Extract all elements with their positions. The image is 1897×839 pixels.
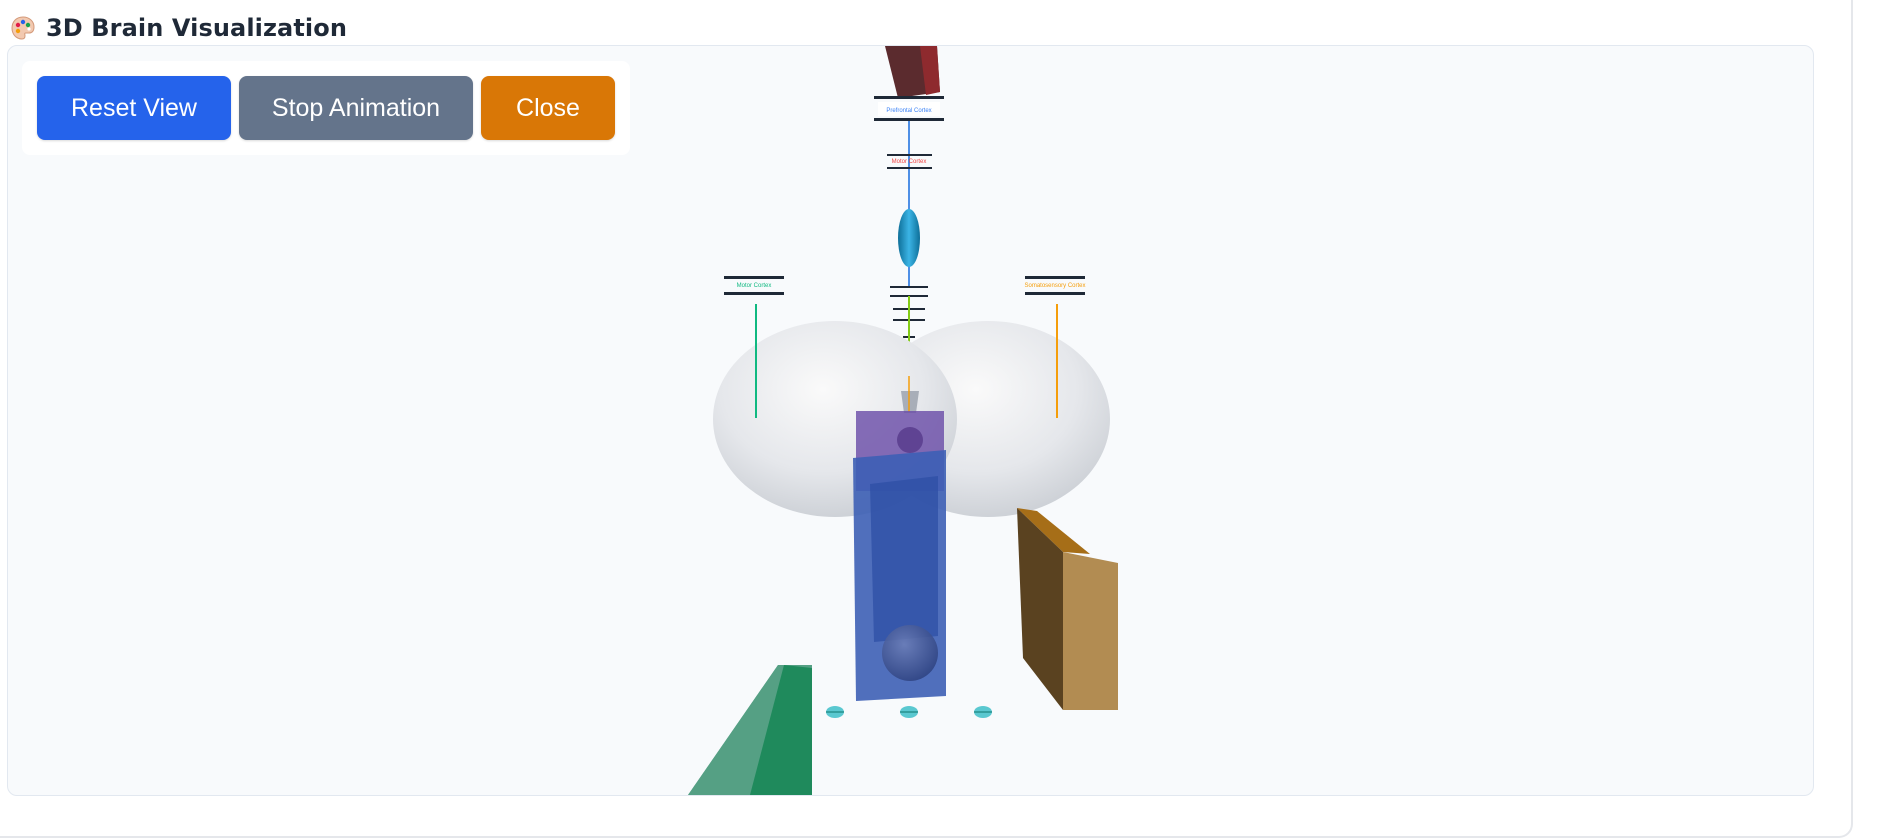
header: 3D Brain Visualization xyxy=(10,10,347,46)
outer-margin xyxy=(1855,0,1897,839)
left-small-label-text: Motor Cortex xyxy=(737,283,772,289)
thalamus-shape xyxy=(898,209,920,267)
amygdala-sphere xyxy=(882,625,938,681)
prefrontal-label-text: Prefrontal Cortex xyxy=(886,108,931,114)
upper-small-label-text: Motor Cortex xyxy=(892,159,927,165)
neuron-markers xyxy=(826,706,992,718)
3d-viewport[interactable]: Prefrontal Cortex Motor Cortex Motor Cor… xyxy=(7,45,1814,796)
brain-scene[interactable]: Prefrontal Cortex Motor Cortex Motor Cor… xyxy=(8,46,1813,795)
palette-icon xyxy=(11,16,35,40)
reset-view-button[interactable]: Reset View xyxy=(37,76,231,140)
close-button[interactable]: Close xyxy=(481,76,615,140)
stop-animation-button[interactable]: Stop Animation xyxy=(239,76,473,140)
prefrontal-block xyxy=(885,46,940,98)
visualization-card: 3D Brain Visualization Prefrontal Cortex… xyxy=(0,0,1853,838)
page-title: 3D Brain Visualization xyxy=(46,14,348,42)
control-panel: Reset View Stop Animation Close xyxy=(22,61,630,155)
right-small-label-text: Somatosensory Cortex xyxy=(1024,283,1085,289)
spinal-slab xyxy=(688,665,812,795)
cerebellum-prism xyxy=(1017,508,1118,710)
prefrontal-label: Prefrontal Cortex xyxy=(874,96,944,121)
brainstem-top xyxy=(901,391,919,413)
